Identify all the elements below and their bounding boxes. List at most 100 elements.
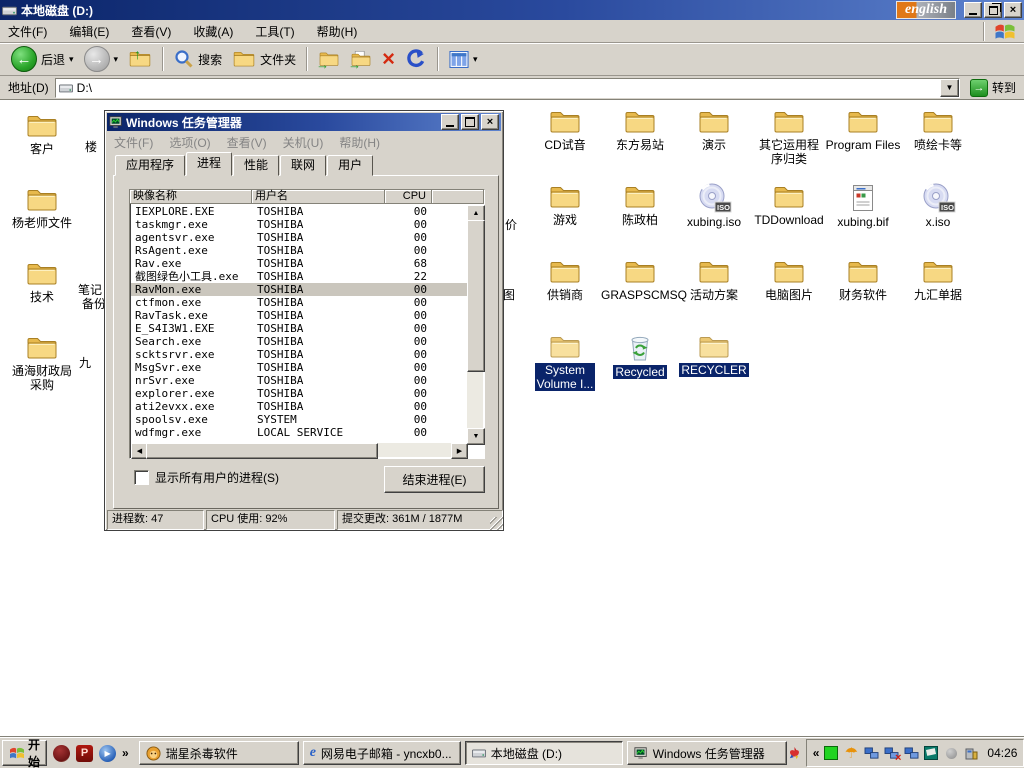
language-bar-badge[interactable]: english — [896, 1, 956, 19]
tm-minimize-button[interactable] — [441, 114, 459, 130]
move-to-button[interactable]: → — [313, 48, 345, 70]
process-row[interactable]: RavTask.exeTOSHIBA00 — [131, 309, 468, 322]
process-row[interactable]: taskmgr.exeTOSHIBA00 — [131, 218, 468, 231]
file-item[interactable]: 游戏 — [527, 183, 603, 227]
tm-menu-shutdown[interactable]: 关机(U) — [283, 134, 324, 151]
tab-processes[interactable]: 进程 — [186, 152, 232, 176]
tm-menu-help[interactable]: 帮助(H) — [339, 134, 380, 151]
file-item[interactable]: System Volume I... — [527, 333, 603, 391]
process-row[interactable]: Rav.exeTOSHIBA68 — [131, 257, 468, 270]
menu-view[interactable]: 查看(V) — [131, 23, 171, 40]
start-button[interactable]: 开始 — [2, 740, 47, 766]
tm-menu-view[interactable]: 查看(V) — [227, 134, 267, 151]
network-disabled-icon[interactable]: × — [883, 745, 899, 761]
media-player-icon[interactable]: ▶ — [99, 745, 116, 762]
file-item[interactable]: 供销商 — [527, 258, 603, 302]
file-item[interactable]: 东方易站 — [602, 108, 678, 152]
menu-edit[interactable]: 编辑(E) — [69, 23, 109, 40]
column-cpu[interactable]: CPU — [385, 190, 432, 204]
minimize-button[interactable] — [964, 2, 982, 18]
delete-button[interactable]: × — [377, 47, 400, 71]
menu-help[interactable]: 帮助(H) — [317, 23, 358, 40]
end-process-button[interactable]: 结束进程(E) — [384, 466, 485, 493]
taskbar-button-local-disk[interactable]: 本地磁盘 (D:) — [465, 741, 623, 765]
file-item[interactable]: 客户 — [4, 112, 80, 156]
tab-applications[interactable]: 应用程序 — [115, 155, 185, 176]
file-item[interactable]: 九汇单据 — [900, 258, 976, 302]
resize-grip[interactable] — [490, 517, 503, 530]
forward-button[interactable]: → ▾ — [79, 44, 124, 74]
taskbar-button-antivirus[interactable]: 瑞星杀毒软件 — [139, 741, 299, 765]
tab-users[interactable]: 用户 — [327, 155, 373, 176]
menu-favorites[interactable]: 收藏(A) — [193, 23, 233, 40]
process-row[interactable]: ati2evxx.exeTOSHIBA00 — [131, 400, 468, 413]
process-row[interactable]: E_S4I3W1.EXETOSHIBA00 — [131, 322, 468, 335]
column-image-name[interactable]: 映像名称 — [130, 190, 252, 204]
file-item[interactable]: Program Files — [825, 108, 901, 152]
vscroll-thumb[interactable] — [467, 220, 485, 372]
tray-clock[interactable]: 04:26 — [987, 746, 1017, 760]
menu-file[interactable]: 文件(F) — [8, 23, 47, 40]
address-input[interactable]: D:\ ▼ — [55, 78, 960, 98]
file-item[interactable]: 陈政柏 — [602, 183, 678, 227]
vertical-scrollbar[interactable]: ▲ ▼ — [467, 205, 483, 445]
copy-to-button[interactable]: → — [345, 48, 377, 70]
tab-networking[interactable]: 联网 — [280, 155, 326, 176]
restore-button[interactable] — [984, 2, 1002, 18]
scroll-down-button[interactable]: ▼ — [467, 428, 485, 445]
explorer-titlebar[interactable]: 本地磁盘 (D:) english × — [0, 0, 1024, 20]
tab-performance[interactable]: 性能 — [233, 155, 279, 176]
close-button[interactable]: × — [1004, 2, 1022, 18]
process-row[interactable]: agentsvr.exeTOSHIBA00 — [131, 231, 468, 244]
folders-button[interactable]: 文件夹 — [227, 47, 301, 71]
file-item[interactable]: 演示 — [676, 108, 752, 152]
network-icon[interactable] — [863, 745, 879, 761]
file-item[interactable]: 财务软件 — [825, 258, 901, 302]
process-row[interactable]: IEXPLORE.EXETOSHIBA00 — [131, 205, 468, 218]
up-button[interactable]: ↑ — [123, 47, 157, 71]
antivirus-umbrella-icon[interactable]: ☂ — [843, 745, 859, 761]
menu-tools[interactable]: 工具(T) — [255, 23, 294, 40]
go-button[interactable]: → 转到 — [966, 78, 1020, 98]
tm-maximize-button[interactable] — [461, 114, 479, 130]
tm-menu-file[interactable]: 文件(F) — [114, 134, 153, 151]
process-row[interactable]: explorer.exeTOSHIBA00 — [131, 387, 468, 400]
file-item[interactable]: 技术 — [4, 260, 80, 304]
search-button[interactable]: 搜索 — [169, 47, 227, 71]
process-row[interactable]: ctfmon.exeTOSHIBA00 — [131, 296, 468, 309]
address-dropdown-button[interactable]: ▼ — [940, 79, 959, 97]
file-item[interactable]: 其它运用程 序归类 — [751, 108, 827, 166]
process-row[interactable]: 截图绿色小工具.exeTOSHIBA22 — [131, 270, 468, 283]
file-item[interactable]: TDDownload — [751, 183, 827, 227]
process-row[interactable]: scktsrvr.exeTOSHIBA00 — [131, 348, 468, 361]
hardware-icon[interactable] — [963, 745, 979, 761]
file-item[interactable]: 电脑图片 — [751, 258, 827, 302]
process-row[interactable]: spoolsv.exeSYSTEM00 — [131, 413, 468, 426]
scroll-right-button[interactable]: ▶ — [451, 443, 468, 459]
quick-launch-overflow-icon[interactable]: » — [122, 746, 129, 760]
file-item[interactable]: 通海财政局 采购 — [4, 334, 80, 392]
tm-close-button[interactable]: × — [481, 114, 499, 130]
tray-collapse-icon[interactable]: « — [813, 746, 820, 760]
file-item[interactable]: Recycled — [602, 333, 678, 379]
taskbar-button-mail[interactable]: e 网易电子邮箱 - yncxb0... — [303, 741, 461, 765]
file-item[interactable]: CD试音 — [527, 108, 603, 152]
cpu-meter-icon[interactable] — [823, 745, 839, 761]
show-all-processes-checkbox[interactable] — [134, 470, 149, 485]
status-circle-icon[interactable] — [943, 745, 959, 761]
file-item[interactable]: GRASPSCMSQ — [602, 258, 678, 302]
process-row[interactable]: RavMon.exeTOSHIBA00 — [131, 283, 468, 296]
column-partial[interactable] — [432, 190, 484, 204]
process-row[interactable]: MsgSvr.exeTOSHIBA00 — [131, 361, 468, 374]
column-user-name[interactable]: 用户名 — [252, 190, 385, 204]
browser-icon[interactable] — [53, 745, 70, 762]
task-manager-titlebar[interactable]: Windows 任务管理器 × — [107, 113, 501, 131]
file-item[interactable]: ISOxubing.iso — [676, 183, 752, 229]
network-icon-2[interactable] — [903, 745, 919, 761]
taskbar-button-task-manager[interactable]: Windows 任务管理器 — [627, 741, 787, 765]
tm-menu-options[interactable]: 选项(O) — [169, 134, 210, 151]
process-row[interactable]: Search.exeTOSHIBA00 — [131, 335, 468, 348]
process-row[interactable]: wdfmgr.exeLOCAL SERVICE00 — [131, 426, 468, 439]
horizontal-scrollbar[interactable]: ◀ ▶ — [131, 443, 468, 457]
p-app-icon[interactable]: P — [76, 745, 93, 762]
